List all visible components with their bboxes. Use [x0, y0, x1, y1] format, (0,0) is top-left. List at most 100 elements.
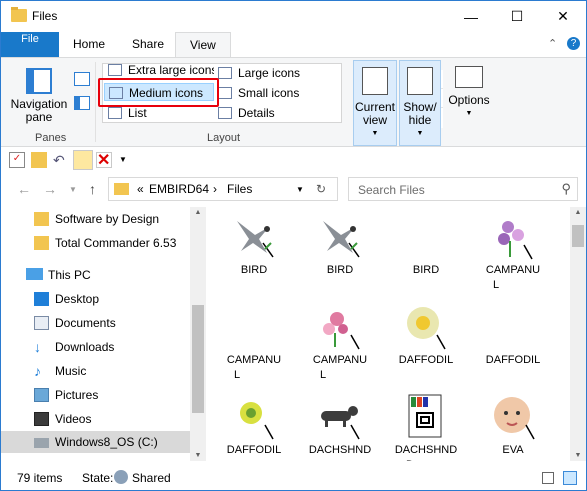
current-view-button[interactable]: Current view ▼: [353, 60, 397, 146]
file-item[interactable]: DAFFODIL: [473, 303, 553, 368]
file-name-continued: D: [386, 458, 466, 461]
file-item[interactable]: DAFFODIL: [214, 393, 294, 458]
layout-small-icons[interactable]: Small icons: [214, 84, 299, 102]
file-thumbnail-icon: [229, 303, 279, 351]
file-thumbnail-icon: [315, 303, 365, 351]
navigation-pane-button[interactable]: Navigation pane: [9, 64, 69, 130]
window-title: Files: [32, 9, 58, 23]
layout-details[interactable]: Details: [214, 104, 275, 122]
tree-item-windows8-os[interactable]: Windows8_OS (C:): [1, 431, 190, 453]
forward-icon[interactable]: →: [43, 181, 57, 197]
file-name-continued: L: [493, 279, 500, 291]
panes-group-label: Panes: [35, 132, 67, 144]
file-thumbnail-icon: [315, 213, 365, 261]
tree-item-total-commander[interactable]: Total Commander 6.53: [34, 232, 176, 254]
file-view-scroll-thumb[interactable]: [572, 225, 584, 247]
delete-icon[interactable]: ✕: [96, 152, 112, 169]
address-dropdown-icon[interactable]: ▼: [296, 185, 304, 194]
help-icon[interactable]: ?: [567, 37, 580, 50]
item-count: 79 items: [17, 471, 63, 485]
back-icon[interactable]: ←: [17, 181, 31, 197]
recent-locations-icon[interactable]: ▼: [69, 185, 77, 194]
quick-access-toolbar: ✓ ↶ ✕ ▼: [1, 147, 586, 173]
tree-item-desktop[interactable]: Desktop: [34, 288, 99, 310]
file-name-continued: L: [234, 369, 241, 381]
show-hide-label: Show/ hide: [403, 100, 437, 127]
close-button[interactable]: ✕: [540, 1, 586, 32]
large-icons-view-icon[interactable]: [563, 471, 577, 485]
file-view-scrollbar[interactable]: ▲ ▼: [570, 207, 586, 461]
options-button[interactable]: Options ▼: [445, 60, 493, 146]
tab-view[interactable]: View: [175, 32, 231, 58]
file-name: BIRD: [326, 264, 354, 276]
nav-pane-scrollbar[interactable]: ▲ ▼: [190, 207, 206, 461]
file-item[interactable]: EVA: [473, 393, 553, 458]
tree-item-this-pc[interactable]: This PC: [26, 264, 91, 286]
file-item[interactable]: CAMPANU L: [300, 303, 380, 383]
file-item[interactable]: DAFFODIL: [386, 303, 466, 368]
status-bar: 79 items State: Shared: [1, 467, 586, 490]
tree-item-videos[interactable]: Videos: [34, 408, 91, 430]
tab-home[interactable]: Home: [59, 32, 119, 57]
undo-icon[interactable]: ↶: [53, 152, 69, 168]
tree-item-pictures[interactable]: Pictures: [34, 384, 98, 406]
folder-icon[interactable]: [73, 150, 93, 170]
file-item[interactable]: DACHSHND D: [386, 393, 466, 461]
tree-item-label: Windows8_OS (C:): [55, 435, 158, 449]
customize-toolbar-icon[interactable]: ▼: [119, 152, 135, 168]
file-thumbnail-icon: [401, 393, 451, 441]
breadcrumb-separator[interactable]: ›: [213, 182, 217, 196]
details-pane-icon[interactable]: [74, 96, 90, 110]
file-thumbnail-icon: [401, 303, 451, 351]
scroll-up-icon[interactable]: ▲: [570, 209, 586, 216]
tree-item-downloads[interactable]: ↓ Downloads: [34, 336, 114, 358]
file-name: CAMPANU: [485, 264, 541, 276]
file-item[interactable]: CAMPANU L: [473, 213, 553, 293]
chevron-down-icon: ▼: [371, 130, 379, 137]
tree-item-documents[interactable]: Documents: [34, 312, 116, 334]
tab-share[interactable]: Share: [118, 32, 178, 57]
scroll-down-icon[interactable]: ▼: [190, 452, 206, 459]
preview-pane-icon[interactable]: [74, 72, 90, 86]
refresh-icon[interactable]: ↻: [316, 182, 326, 196]
maximize-button[interactable]: ☐: [494, 1, 540, 32]
details-view-icon[interactable]: [542, 472, 554, 484]
file-name: CAMPANU: [226, 354, 282, 366]
pc-icon: [26, 268, 43, 280]
scroll-up-icon[interactable]: ▲: [190, 209, 206, 216]
file-name-continued: L: [320, 369, 327, 381]
ribbon-tabs: File Home Share View ⌃ ?: [1, 32, 586, 58]
minimize-button[interactable]: —: [448, 1, 494, 32]
file-item[interactable]: BIRD: [300, 213, 380, 278]
file-name: BIRD: [412, 264, 440, 276]
collapse-ribbon-icon[interactable]: ⌃: [548, 37, 557, 50]
layout-item-label: List: [128, 106, 147, 120]
up-icon[interactable]: ↑: [89, 181, 96, 197]
file-name: DAFFODIL: [226, 444, 282, 456]
layout-item-label: Extra large icons: [128, 63, 214, 77]
tree-item-software-by-design[interactable]: Software by Design: [34, 208, 159, 230]
breadcrumb-files[interactable]: Files: [227, 182, 252, 196]
file-item[interactable]: CAMPANU L: [214, 303, 294, 383]
search-box[interactable]: Search Files ⚲: [348, 177, 578, 201]
chevron-down-icon: ▼: [416, 130, 424, 137]
properties-icon[interactable]: ✓: [9, 152, 25, 168]
file-item[interactable]: BIRD: [214, 213, 294, 278]
tab-file[interactable]: File: [1, 32, 59, 57]
file-item[interactable]: DACHSHND: [300, 393, 380, 458]
file-item[interactable]: BIRD: [386, 213, 466, 278]
tree-item-music[interactable]: ♪ Music: [34, 360, 86, 382]
highlight-box: [98, 78, 219, 107]
breadcrumb-embird64[interactable]: EMBIRD64: [149, 182, 209, 196]
address-bar[interactable]: « EMBIRD64 › Files ▼ ↻: [108, 177, 338, 201]
title-bar[interactable]: Files — ☐ ✕: [1, 1, 586, 32]
show-hide-icon: [407, 67, 433, 95]
scroll-down-icon[interactable]: ▼: [570, 452, 586, 459]
layout-extra-large-icons[interactable]: Extra large icons: [104, 61, 214, 79]
breadcrumb-overflow[interactable]: «: [137, 182, 144, 196]
new-folder-icon[interactable]: [31, 152, 47, 168]
file-thumbnail-icon: [401, 213, 451, 261]
nav-pane-scroll-thumb[interactable]: [192, 305, 204, 413]
layout-large-icons[interactable]: Large icons: [214, 64, 300, 82]
show-hide-button[interactable]: Show/ hide ▼: [399, 60, 441, 146]
